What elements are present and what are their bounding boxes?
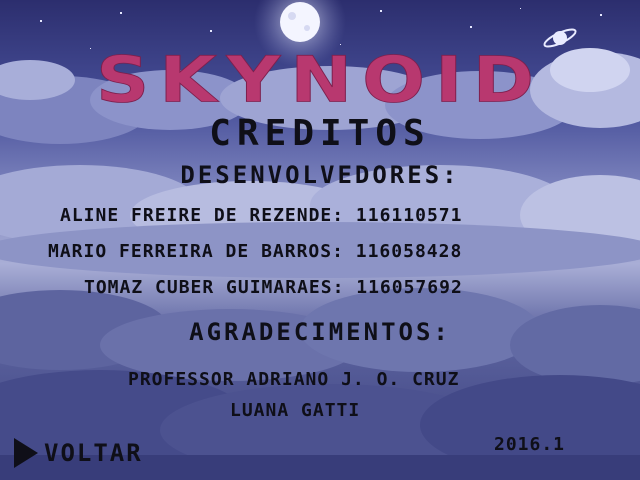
- credits-title: CREDITOS: [209, 113, 431, 154]
- acknowledgement-line: PROFESSOR ADRIANO J. O. CRUZ: [128, 369, 460, 390]
- developer-credit: MARIO FERREIRA DE BARROS: 116058428: [48, 241, 463, 262]
- game-logo: SKYNOID: [95, 43, 545, 117]
- developer-credit: TOMAZ CUBER GUIMARAES: 116057692: [84, 277, 463, 298]
- acknowledgement-line: LUANA GATTI: [230, 400, 361, 421]
- acknowledgements-heading: AGRADECIMENTOS:: [189, 318, 451, 346]
- credits-screen: SKYNOID CREDITOS DESENVOLVEDORES: ALINE …: [0, 0, 640, 480]
- developers-heading: DESENVOLVEDORES:: [180, 161, 460, 189]
- back-button[interactable]: VOLTAR: [14, 438, 143, 468]
- version-label: 2016.1: [494, 434, 566, 455]
- moon-icon: [280, 2, 320, 42]
- back-button-label: VOLTAR: [44, 439, 143, 467]
- play-triangle-icon: [14, 438, 38, 468]
- developer-credit: ALINE FREIRE DE REZENDE: 116110571: [60, 205, 463, 226]
